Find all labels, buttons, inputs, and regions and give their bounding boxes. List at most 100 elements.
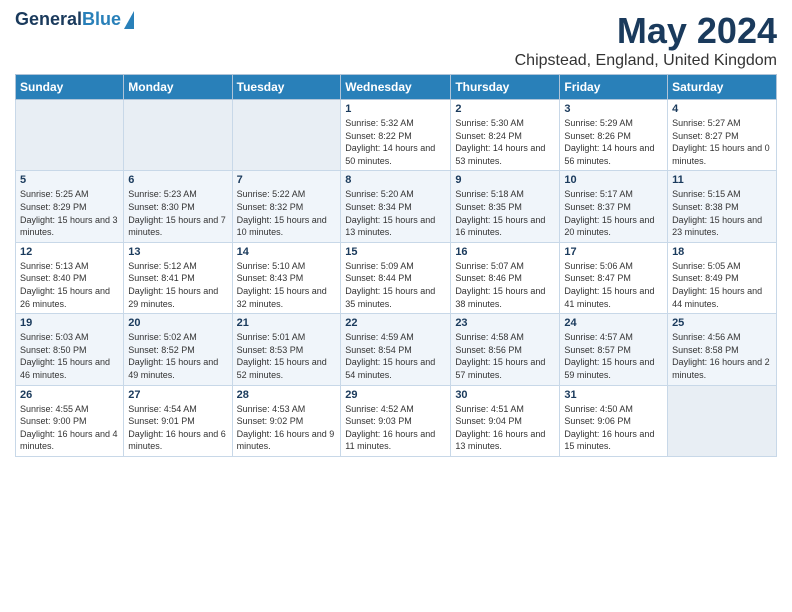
day-info: Sunrise: 5:15 AMSunset: 8:38 PMDaylight:… [672,188,772,238]
weekday-header: Tuesday [232,75,341,100]
logo-general: General [15,9,82,29]
day-info: Sunrise: 5:03 AMSunset: 8:50 PMDaylight:… [20,331,119,381]
day-number: 31 [564,389,663,401]
day-number: 12 [20,246,119,258]
subtitle: Chipstead, England, United Kingdom [515,52,777,70]
day-info: Sunrise: 5:25 AMSunset: 8:29 PMDaylight:… [20,188,119,238]
logo-text: GeneralBlue [15,10,121,30]
calendar-cell: 28 Sunrise: 4:53 AMSunset: 9:02 PMDayligh… [232,385,341,456]
main-title: May 2024 [515,10,777,52]
day-number: 10 [564,174,663,186]
weekday-header: Saturday [668,75,777,100]
calendar-cell: 17Sunrise: 5:06 AMSunset: 8:47 PMDayligh… [560,242,668,313]
day-info: Sunrise: 5:27 AMSunset: 8:27 PMDaylight:… [672,117,772,167]
logo: GeneralBlue [15,10,134,30]
day-info: Sunrise: 4:50 AMSunset: 9:06 PMDaylight:… [564,403,663,453]
calendar-cell: 7Sunrise: 5:22 AMSunset: 8:32 PMDaylight… [232,171,341,242]
day-number: 23 [455,317,555,329]
day-info: Sunrise: 4:52 AMSunset: 9:03 PMDaylight:… [345,403,446,453]
calendar-cell: 3Sunrise: 5:29 AMSunset: 8:26 PMDaylight… [560,100,668,171]
calendar-cell: 15Sunrise: 5:09 AMSunset: 8:44 PMDayligh… [341,242,451,313]
calendar-week-row: 12Sunrise: 5:13 AMSunset: 8:40 PMDayligh… [16,242,777,313]
day-number: 9 [455,174,555,186]
day-info: Sunrise: 5:02 AMSunset: 8:52 PMDaylight:… [128,331,227,381]
day-info: Sunrise: 5:32 AMSunset: 8:22 PMDaylight:… [345,117,446,167]
calendar-cell: 30 Sunrise: 4:51 AMSunset: 9:04 PMDayligh… [451,385,560,456]
calendar-header-row: SundayMondayTuesdayWednesdayThursdayFrid… [16,75,777,100]
day-number: 28 [237,389,337,401]
calendar-cell: 24 Sunrise: 4:57 AMSunset: 8:57 PMDayligh… [560,314,668,385]
day-number: 16 [455,246,555,258]
day-number: 21 [237,317,337,329]
day-number: 14 [237,246,337,258]
weekday-header: Sunday [16,75,124,100]
weekday-header: Monday [124,75,232,100]
day-number: 5 [20,174,119,186]
day-info: Sunrise: 4:53 AMSunset: 9:02 PMDaylight:… [237,403,337,453]
calendar-cell: 27Sunrise: 4:54 AMSunset: 9:01 PMDayligh… [124,385,232,456]
calendar-cell: 14 Sunrise: 5:10 AMSunset: 8:43 PMDayligh… [232,242,341,313]
calendar-cell: 23 Sunrise: 4:58 AMSunset: 8:56 PMDayligh… [451,314,560,385]
day-info: Sunrise: 5:30 AMSunset: 8:24 PMDaylight:… [455,117,555,167]
day-number: 19 [20,317,119,329]
calendar: SundayMondayTuesdayWednesdayThursdayFrid… [15,74,777,457]
day-info: Sunrise: 4:56 AMSunset: 8:58 PMDaylight:… [672,331,772,381]
calendar-cell: 25 Sunrise: 4:56 AMSunset: 8:58 PMDayligh… [668,314,777,385]
day-number: 2 [455,103,555,115]
logo-blue: Blue [82,9,121,29]
calendar-cell [124,100,232,171]
day-number: 13 [128,246,227,258]
day-info: Sunrise: 5:17 AMSunset: 8:37 PMDaylight:… [564,188,663,238]
day-info: Sunrise: 4:55 AMSunset: 9:00 PMDaylight:… [20,403,119,453]
calendar-cell: 29Sunrise: 4:52 AMSunset: 9:03 PMDayligh… [341,385,451,456]
day-number: 15 [345,246,446,258]
calendar-week-row: 26Sunrise: 4:55 AMSunset: 9:00 PMDayligh… [16,385,777,456]
day-info: Sunrise: 4:58 AMSunset: 8:56 PMDaylight:… [455,331,555,381]
day-number: 6 [128,174,227,186]
weekday-header: Thursday [451,75,560,100]
day-number: 22 [345,317,446,329]
day-info: Sunrise: 4:57 AMSunset: 8:57 PMDaylight:… [564,331,663,381]
calendar-cell: 6Sunrise: 5:23 AMSunset: 8:30 PMDaylight… [124,171,232,242]
day-info: Sunrise: 4:51 AMSunset: 9:04 PMDaylight:… [455,403,555,453]
day-info: Sunrise: 5:05 AMSunset: 8:49 PMDaylight:… [672,260,772,310]
day-number: 17 [564,246,663,258]
day-number: 4 [672,103,772,115]
day-info: Sunrise: 5:20 AMSunset: 8:34 PMDaylight:… [345,188,446,238]
header: GeneralBlue May 2024 Chipstead, England,… [15,10,777,70]
calendar-cell: 4 Sunrise: 5:27 AMSunset: 8:27 PMDaylight… [668,100,777,171]
day-info: Sunrise: 5:07 AMSunset: 8:46 PMDaylight:… [455,260,555,310]
calendar-week-row: 1 Sunrise: 5:32 AMSunset: 8:22 PMDaylight… [16,100,777,171]
day-number: 25 [672,317,772,329]
day-info: Sunrise: 5:18 AMSunset: 8:35 PMDaylight:… [455,188,555,238]
calendar-cell [668,385,777,456]
calendar-week-row: 5 Sunrise: 5:25 AMSunset: 8:29 PMDaylight… [16,171,777,242]
calendar-cell: 20 Sunrise: 5:02 AMSunset: 8:52 PMDayligh… [124,314,232,385]
calendar-cell: 21Sunrise: 5:01 AMSunset: 8:53 PMDayligh… [232,314,341,385]
calendar-cell: 1 Sunrise: 5:32 AMSunset: 8:22 PMDaylight… [341,100,451,171]
day-info: Sunrise: 5:10 AMSunset: 8:43 PMDaylight:… [237,260,337,310]
calendar-cell: 13 Sunrise: 5:12 AMSunset: 8:41 PMDayligh… [124,242,232,313]
calendar-cell [232,100,341,171]
day-number: 20 [128,317,227,329]
calendar-cell: 9 Sunrise: 5:18 AMSunset: 8:35 PMDaylight… [451,171,560,242]
calendar-cell: 18 Sunrise: 5:05 AMSunset: 8:49 PMDayligh… [668,242,777,313]
calendar-cell: 26Sunrise: 4:55 AMSunset: 9:00 PMDayligh… [16,385,124,456]
day-number: 24 [564,317,663,329]
day-info: Sunrise: 5:12 AMSunset: 8:41 PMDaylight:… [128,260,227,310]
day-number: 30 [455,389,555,401]
calendar-cell: 2 Sunrise: 5:30 AMSunset: 8:24 PMDaylight… [451,100,560,171]
title-block: May 2024 Chipstead, England, United King… [515,10,777,70]
weekday-header: Friday [560,75,668,100]
day-number: 1 [345,103,446,115]
calendar-cell: 5 Sunrise: 5:25 AMSunset: 8:29 PMDaylight… [16,171,124,242]
day-info: Sunrise: 5:22 AMSunset: 8:32 PMDaylight:… [237,188,337,238]
calendar-cell: 19 Sunrise: 5:03 AMSunset: 8:50 PMDayligh… [16,314,124,385]
day-info: Sunrise: 4:54 AMSunset: 9:01 PMDaylight:… [128,403,227,453]
day-number: 18 [672,246,772,258]
calendar-cell: 8Sunrise: 5:20 AMSunset: 8:34 PMDaylight… [341,171,451,242]
calendar-cell: 31 Sunrise: 4:50 AMSunset: 9:06 PMDayligh… [560,385,668,456]
calendar-cell: 11Sunrise: 5:15 AMSunset: 8:38 PMDayligh… [668,171,777,242]
day-number: 3 [564,103,663,115]
page-container: GeneralBlue May 2024 Chipstead, England,… [0,0,792,467]
